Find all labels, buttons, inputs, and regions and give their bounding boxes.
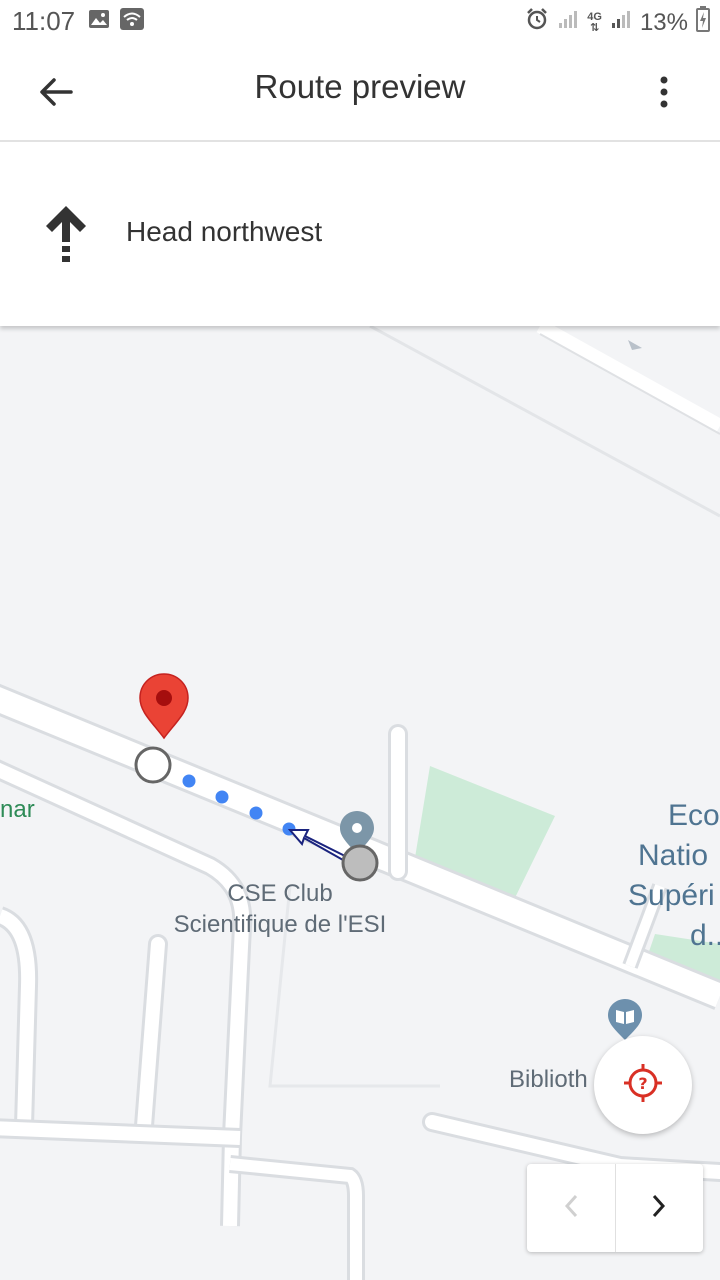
- step-navigation: [527, 1164, 703, 1252]
- route-dot: [215, 790, 229, 804]
- direction-instruction: Head northwest: [126, 216, 323, 247]
- signal-icon-2: [610, 8, 632, 37]
- poi-label-cse[interactable]: CSE Club Scientifique de l'ESI: [160, 878, 400, 940]
- battery-percent: 13%: [639, 8, 688, 36]
- wifi-icon: [120, 8, 144, 35]
- arrow-back-icon: [39, 77, 73, 112]
- next-step-button[interactable]: [616, 1164, 704, 1252]
- library-icon: [608, 999, 642, 1040]
- route-dot: [249, 806, 263, 820]
- arrow-up-icon: [42, 204, 90, 271]
- alarm-icon: [525, 7, 549, 38]
- chevron-left-icon: [563, 1193, 579, 1224]
- poi-label-line2: Scientifique de l'ESI: [173, 911, 387, 938]
- chevron-right-icon: [651, 1193, 667, 1224]
- recenter-button[interactable]: ?: [594, 1036, 692, 1134]
- school-label-line3: Supéri: [628, 879, 715, 912]
- poi-label-line1: CSE Club: [227, 880, 333, 907]
- image-icon: [88, 8, 110, 35]
- more-options-button[interactable]: [638, 68, 690, 120]
- place-label-partial: nar: [0, 796, 35, 823]
- school-label-line4: d...: [690, 919, 720, 952]
- screen: 11:07 4G ⇅ 13% Route preview Head northw…: [0, 0, 720, 1280]
- library-label[interactable]: Biblioth: [509, 1064, 588, 1095]
- svg-text:?: ?: [638, 1074, 647, 1093]
- status-left-icons: [88, 8, 144, 35]
- status-bar: 11:07 4G ⇅ 13%: [0, 0, 720, 44]
- destination-pin-icon: [139, 673, 189, 740]
- back-button[interactable]: [30, 68, 82, 120]
- school-label-line2: Natio: [638, 839, 709, 872]
- signal-icon: [557, 8, 579, 37]
- start-circle: [341, 844, 379, 882]
- destination-circle: [134, 746, 172, 784]
- school-label-line1: Eco: [668, 799, 720, 832]
- route-dot: [182, 774, 196, 788]
- app-bar: Route preview: [0, 44, 720, 142]
- direction-card[interactable]: Head northwest: [0, 142, 720, 326]
- status-time: 11:07: [12, 6, 76, 36]
- status-right: 4G ⇅ 13%: [525, 6, 710, 39]
- school-label[interactable]: Eco Natio Supéri d...: [620, 796, 720, 956]
- previous-step-button[interactable]: [527, 1164, 615, 1252]
- network-type-label: 4G: [587, 10, 602, 23]
- map-canvas: [0, 326, 720, 1280]
- my-location-icon: ?: [621, 1061, 665, 1110]
- page-title: Route preview: [254, 68, 466, 105]
- map[interactable]: nar CSE Club Scientifique de l'ESI Eco N…: [0, 326, 720, 1280]
- more-vert-icon: [659, 76, 669, 113]
- network-type: 4G ⇅: [587, 10, 602, 34]
- battery-charging-icon: [696, 6, 710, 39]
